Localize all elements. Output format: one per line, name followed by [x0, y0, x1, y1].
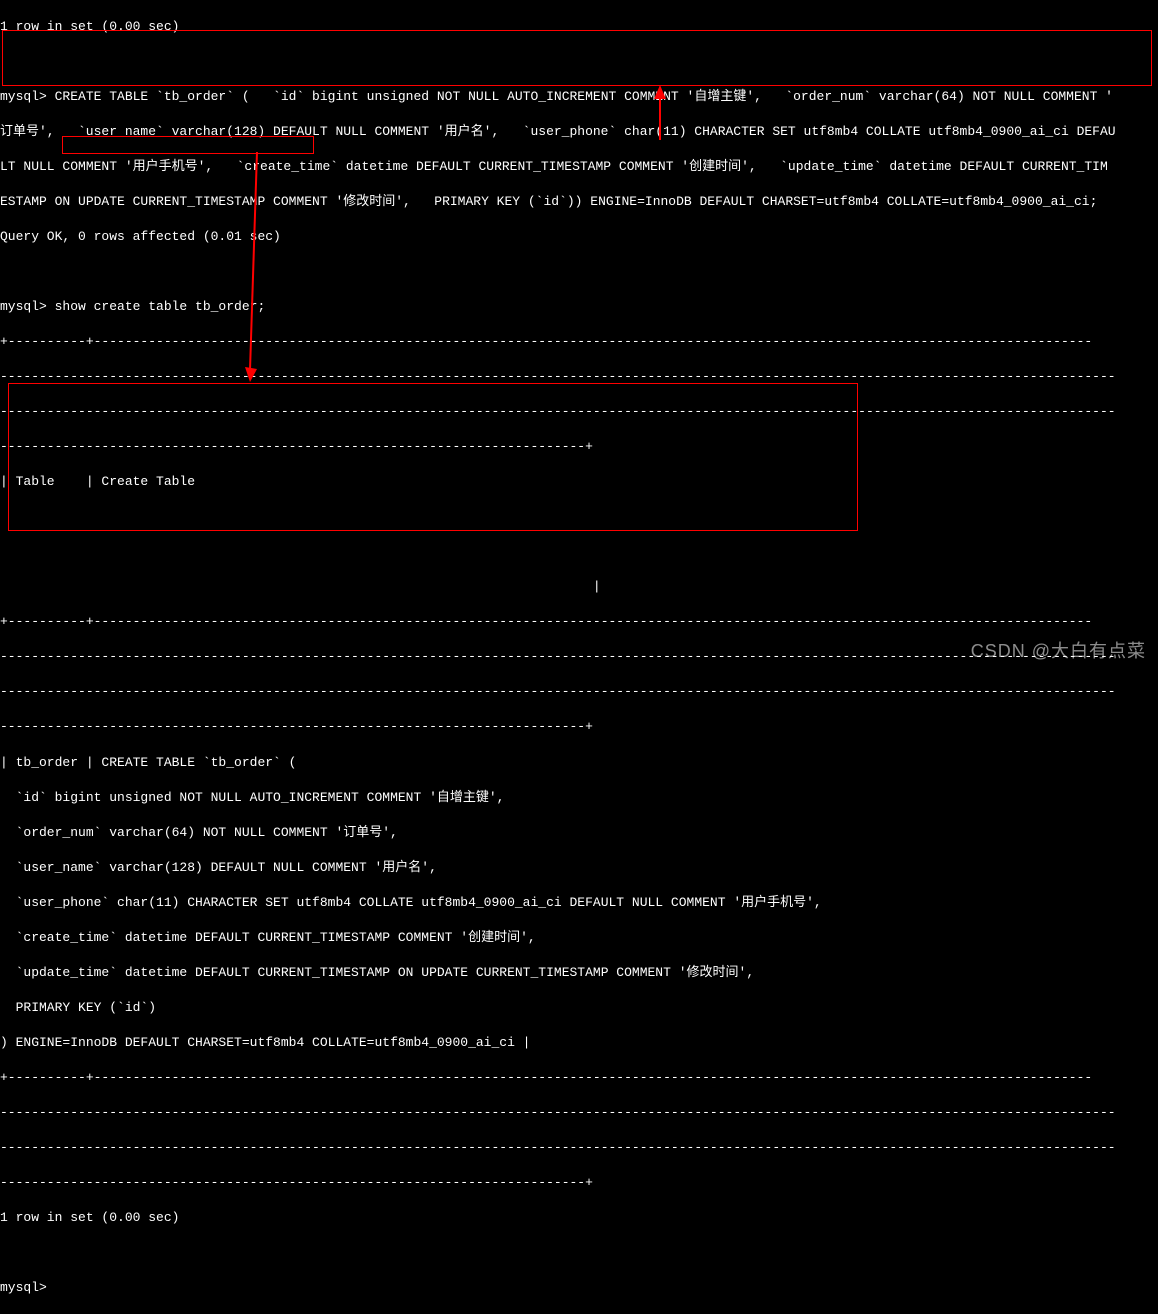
terminal-line: [0, 1244, 1158, 1262]
watermark-text: CSDN @大白有点菜: [971, 639, 1146, 663]
terminal-line: mysql>: [0, 1279, 1158, 1297]
terminal-line: 1 row in set (0.00 sec): [0, 1209, 1158, 1227]
terminal-line: [0, 53, 1158, 71]
terminal-line: ----------------------------------------…: [0, 438, 1158, 456]
terminal-line: `user_name` varchar(128) DEFAULT NULL CO…: [0, 859, 1158, 877]
terminal-line: ----------------------------------------…: [0, 718, 1158, 736]
terminal-line: ----------------------------------------…: [0, 368, 1158, 386]
terminal-line: PRIMARY KEY (`id`): [0, 999, 1158, 1017]
terminal-line: |: [0, 578, 1158, 596]
terminal-line: `user_phone` char(11) CHARACTER SET utf8…: [0, 894, 1158, 912]
terminal-line: `update_time` datetime DEFAULT CURRENT_T…: [0, 964, 1158, 982]
terminal-line: mysql> CREATE TABLE `tb_order` ( `id` bi…: [0, 88, 1158, 106]
terminal-line: 1 row in set (0.00 sec): [0, 18, 1158, 36]
terminal-line: ----------------------------------------…: [0, 1139, 1158, 1157]
terminal-line: `id` bigint unsigned NOT NULL AUTO_INCRE…: [0, 789, 1158, 807]
terminal-line: +----------+----------------------------…: [0, 333, 1158, 351]
terminal-line: ----------------------------------------…: [0, 1104, 1158, 1122]
terminal-line: 订单号', `user_name` varchar(128) DEFAULT N…: [0, 123, 1158, 141]
terminal-line: | tb_order | CREATE TABLE `tb_order` (: [0, 754, 1158, 772]
terminal-line: LT NULL COMMENT '用户手机号', `create_time` d…: [0, 158, 1158, 176]
terminal-line: ----------------------------------------…: [0, 1174, 1158, 1192]
terminal-line: +----------+----------------------------…: [0, 1069, 1158, 1087]
terminal-line: ) ENGINE=InnoDB DEFAULT CHARSET=utf8mb4 …: [0, 1034, 1158, 1052]
terminal-line: [0, 543, 1158, 561]
terminal-line: | Table | Create Table: [0, 473, 1158, 491]
terminal-line: ESTAMP ON UPDATE CURRENT_TIMESTAMP COMME…: [0, 193, 1158, 211]
terminal-line: ----------------------------------------…: [0, 403, 1158, 421]
terminal-line: ----------------------------------------…: [0, 683, 1158, 701]
terminal-line: `create_time` datetime DEFAULT CURRENT_T…: [0, 929, 1158, 947]
terminal-line: [0, 263, 1158, 281]
terminal-line: `order_num` varchar(64) NOT NULL COMMENT…: [0, 824, 1158, 842]
terminal-line: +----------+----------------------------…: [0, 613, 1158, 631]
terminal-line: Query OK, 0 rows affected (0.01 sec): [0, 228, 1158, 246]
terminal-line: [0, 508, 1158, 526]
terminal-line: mysql> show create table tb_order;: [0, 298, 1158, 316]
